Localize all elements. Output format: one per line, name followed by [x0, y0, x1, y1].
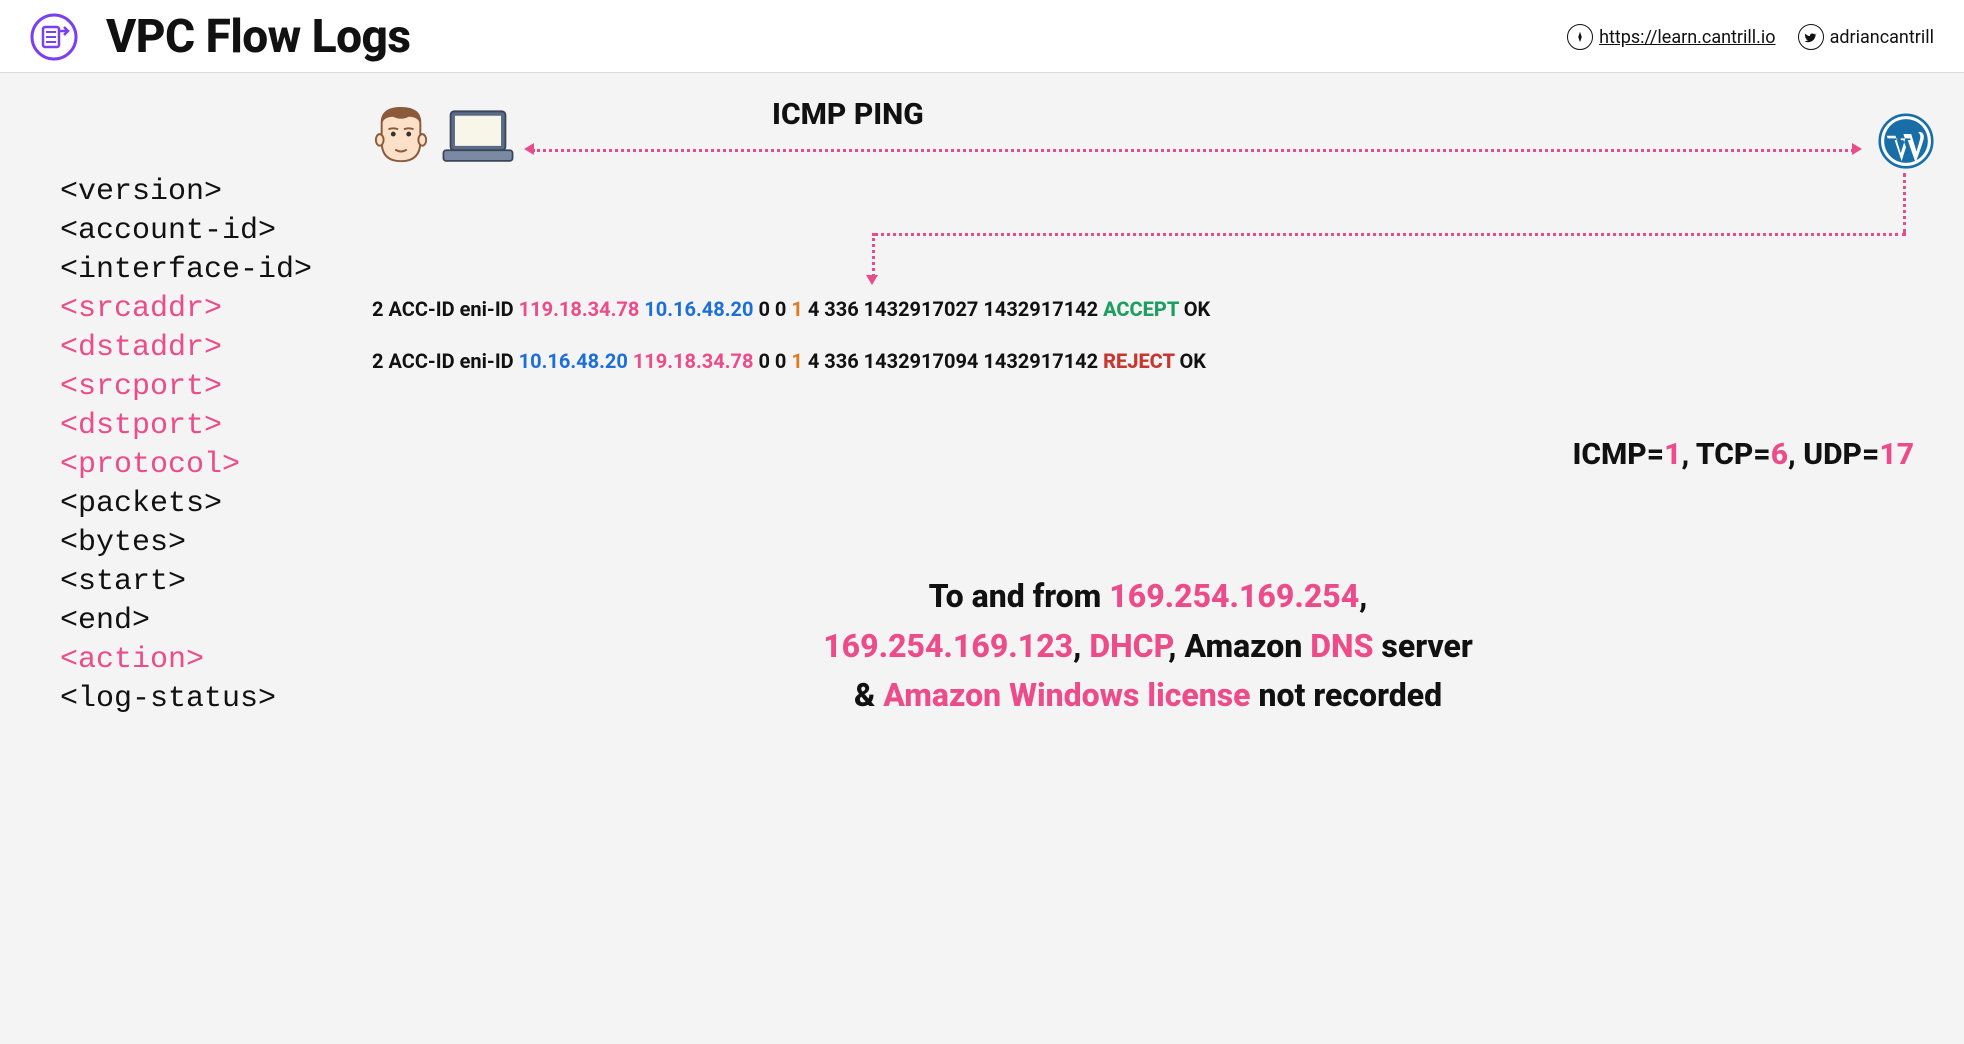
- content: <version><account-id><interface-id><srca…: [0, 73, 1964, 761]
- icmp-ping-label: ICMP PING: [772, 97, 924, 132]
- user-face-icon: [372, 103, 430, 171]
- field-item: <end>: [60, 602, 312, 641]
- twitter-link[interactable]: adriancantrill: [1798, 24, 1934, 50]
- field-item: <account-id>: [60, 212, 312, 251]
- header-links: https://learn.cantrill.io adriancantrill: [1567, 24, 1934, 50]
- site-link[interactable]: https://learn.cantrill.io: [1567, 24, 1776, 50]
- arrow-left-icon: [524, 143, 534, 155]
- field-list: <version><account-id><interface-id><srca…: [60, 103, 312, 721]
- diagram-icon: [30, 13, 78, 61]
- protocol-reference: ICMP=1, TCP=6, UDP=17: [372, 437, 1924, 472]
- ping-arrow-line: [532, 149, 1854, 152]
- page-title: VPC Flow Logs: [106, 10, 1567, 64]
- log-lines: 2 ACC-ID eni-ID 119.18.34.78 10.16.48.20…: [372, 283, 1924, 387]
- pointer-line: [874, 233, 1906, 236]
- user-laptop-icon: [372, 103, 518, 171]
- field-item: <interface-id>: [60, 251, 312, 290]
- field-item: <log-status>: [60, 680, 312, 719]
- twitter-icon: [1798, 24, 1824, 50]
- compass-icon: [1567, 24, 1593, 50]
- arrow-right-icon: [1852, 143, 1862, 155]
- pointer-line: [872, 233, 875, 277]
- laptop-icon: [438, 106, 518, 168]
- wordpress-icon: [1878, 113, 1934, 169]
- top-row: ICMP PING: [372, 103, 1924, 213]
- field-item: <dstport>: [60, 407, 312, 446]
- diagram-area: ICMP PING 2 ACC-ID eni-ID 119.18.34.78 1…: [372, 103, 1924, 721]
- field-item: <bytes>: [60, 524, 312, 563]
- field-item: <version>: [60, 173, 312, 212]
- header: VPC Flow Logs https://learn.cantrill.io …: [0, 0, 1964, 73]
- field-item: <protocol>: [60, 446, 312, 485]
- field-item: <srcport>: [60, 368, 312, 407]
- log-line: 2 ACC-ID eni-ID 10.16.48.20 119.18.34.78…: [372, 335, 1924, 387]
- log-line: 2 ACC-ID eni-ID 119.18.34.78 10.16.48.20…: [372, 283, 1924, 335]
- field-item: <packets>: [60, 485, 312, 524]
- field-item: <dstaddr>: [60, 329, 312, 368]
- arrow-down-icon: [866, 275, 878, 285]
- field-item: <action>: [60, 641, 312, 680]
- pointer-line: [1903, 173, 1906, 233]
- not-recorded-note: To and from 169.254.169.254,169.254.169.…: [372, 572, 1924, 721]
- field-item: <srcaddr>: [60, 290, 312, 329]
- field-item: <start>: [60, 563, 312, 602]
